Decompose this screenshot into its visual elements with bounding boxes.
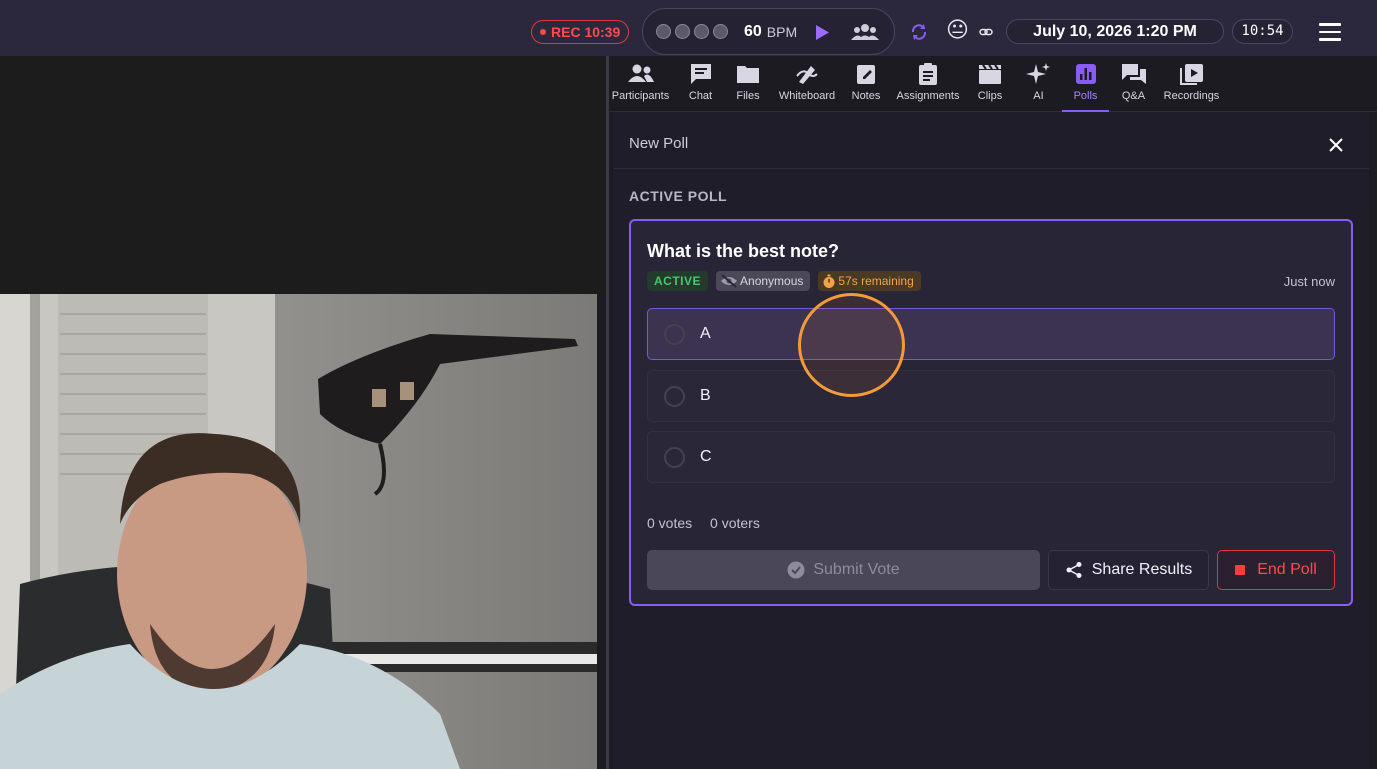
play-icon (816, 25, 829, 40)
poll-option-c[interactable]: C (647, 431, 1335, 483)
recording-dot-icon (540, 29, 546, 35)
tab-assignments[interactable]: Assignments (894, 62, 962, 112)
end-label: End Poll (1257, 561, 1317, 578)
close-icon (1329, 138, 1343, 152)
tab-label: AI (1033, 90, 1044, 102)
tab-label: Polls (1073, 90, 1098, 102)
tab-label: Clips (977, 90, 1003, 102)
group-sync-button[interactable] (850, 22, 880, 47)
recording-indicator[interactable]: REC 10:39 (531, 20, 630, 44)
anonymous-label: Anonymous (740, 274, 804, 288)
link-icon (979, 28, 993, 36)
chat-icon (690, 64, 711, 84)
sparkle-icon (1025, 63, 1050, 84)
tab-label: Participants (611, 90, 670, 102)
poll-panel-header: New Poll (614, 112, 1369, 169)
tab-label: Q&A (1121, 90, 1146, 102)
metronome-beat-indicator (656, 24, 671, 39)
side-panel-tabs: Participants Chat Files Whiteboard Notes… (609, 56, 1377, 112)
tab-ai[interactable]: AI (1025, 62, 1052, 112)
bpm-unit: BPM (766, 23, 798, 40)
option-label: C (700, 448, 712, 465)
radio-button[interactable] (664, 324, 685, 345)
tab-label: Assignments (896, 90, 960, 102)
video-frame-image (0, 294, 597, 769)
eye-off-icon (721, 274, 738, 288)
section-label: ACTIVE POLL (629, 188, 728, 204)
option-label: A (700, 325, 711, 342)
notes-icon (857, 65, 875, 84)
tab-notes[interactable]: Notes (850, 62, 882, 112)
hamburger-menu-icon[interactable] (1319, 23, 1341, 46)
tab-polls[interactable]: Polls (1062, 62, 1109, 112)
voter-count: 0 voters (710, 515, 760, 531)
bpm-value[interactable]: 60 (744, 23, 762, 41)
metronome-beat-indicator (694, 24, 709, 39)
vote-counts: 0 votes 0 voters (647, 515, 774, 531)
tab-clips[interactable]: Clips (976, 62, 1004, 112)
clipboard-icon (919, 63, 937, 85)
active-poll-card: What is the best note? ACTIVE Anonymous … (629, 219, 1353, 606)
metronome-play-button[interactable] (814, 24, 830, 46)
share-label: Share Results (1091, 561, 1193, 578)
share-icon (1066, 562, 1082, 578)
stop-icon (1235, 565, 1246, 575)
close-button[interactable] (1329, 138, 1343, 157)
participants-icon (627, 64, 654, 82)
link-button[interactable] (979, 24, 993, 42)
submit-label: Submit Vote (813, 561, 900, 578)
whiteboard-icon (796, 66, 818, 84)
timer-badge: 57s remaining (818, 271, 921, 291)
stopwatch-icon (823, 274, 835, 288)
polls-panel: New Poll ACTIVE POLL What is the best no… (614, 112, 1369, 769)
participant-video (0, 294, 597, 769)
vote-count: 0 votes (647, 515, 693, 531)
top-bar: REC 10:39 60 BPM 😐 July 10, 2026 1:20 PM… (0, 0, 1377, 56)
poll-option-b[interactable]: B (647, 370, 1335, 422)
timer-label: 57s remaining (838, 274, 914, 288)
tab-label: Files (736, 90, 760, 102)
video-placeholder (0, 56, 606, 294)
tab-recordings[interactable]: Recordings (1161, 62, 1222, 112)
folder-icon (737, 66, 759, 83)
radio-button[interactable] (664, 386, 685, 407)
end-poll-button[interactable]: End Poll (1217, 550, 1335, 590)
tab-label: Chat (688, 90, 713, 102)
poll-timestamp: Just now (1283, 274, 1335, 289)
tab-label: Recordings (1163, 90, 1220, 102)
submit-vote-button[interactable]: Submit Vote (647, 550, 1040, 590)
share-results-button[interactable]: Share Results (1048, 550, 1209, 590)
poll-question: What is the best note? (647, 241, 840, 261)
tab-qa[interactable]: Q&A (1120, 62, 1147, 112)
group-icon (851, 24, 879, 40)
tab-files[interactable]: Files (734, 62, 762, 112)
session-clock: 10:54 (1232, 19, 1293, 44)
poll-option-a[interactable]: A (647, 308, 1335, 360)
recording-time: REC 10:39 (551, 23, 621, 40)
clapperboard-icon (979, 64, 1001, 84)
side-panel: Participants Chat Files Whiteboard Notes… (609, 56, 1377, 769)
reaction-emoji-button[interactable]: 😐 (946, 17, 969, 43)
tab-label: Notes (851, 90, 881, 102)
tab-participants[interactable]: Participants (609, 62, 672, 112)
new-poll-title[interactable]: New Poll (629, 135, 688, 152)
radio-button[interactable] (664, 447, 685, 468)
metronome-beat-indicator (675, 24, 690, 39)
anonymous-badge: Anonymous (716, 271, 811, 291)
metronome-beat-indicator (713, 24, 728, 39)
sync-icon (911, 24, 927, 40)
check-circle-icon (787, 561, 805, 579)
date-time-display: July 10, 2026 1:20 PM (1006, 19, 1224, 44)
recordings-icon (1179, 64, 1203, 85)
poll-badges: ACTIVE Anonymous 57s remaining (647, 271, 921, 291)
tab-chat[interactable]: Chat (685, 62, 716, 112)
option-label: B (700, 387, 711, 404)
qa-icon (1121, 64, 1146, 84)
tab-label: Whiteboard (778, 90, 836, 102)
tab-whiteboard[interactable]: Whiteboard (775, 62, 839, 112)
status-badge: ACTIVE (647, 271, 709, 291)
metronome-control: 60 BPM (642, 8, 895, 55)
poll-chart-icon (1075, 64, 1096, 84)
sync-button[interactable] (909, 22, 929, 47)
